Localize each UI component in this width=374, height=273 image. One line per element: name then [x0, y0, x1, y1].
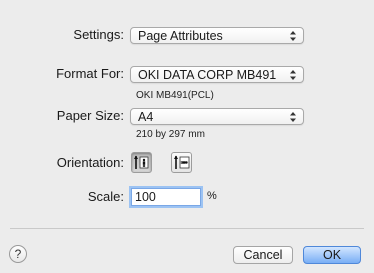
paper-size-popup[interactable]: A4: [130, 108, 304, 125]
paper-size-label: Paper Size:: [56, 108, 124, 123]
printer-model-text: OKI MB491(PCL): [136, 90, 214, 101]
landscape-orientation-icon: [174, 155, 190, 169]
scale-unit: %: [207, 190, 217, 202]
portrait-orientation-icon: [134, 155, 149, 169]
settings-label: Settings:: [73, 27, 124, 42]
settings-value: Page Attributes: [138, 29, 223, 43]
up-down-arrows-icon: [290, 31, 296, 41]
up-down-arrows-icon: [290, 112, 296, 122]
up-down-arrows-icon: [290, 70, 296, 80]
orientation-label: Orientation:: [56, 155, 124, 170]
help-button[interactable]: ?: [9, 245, 27, 263]
orientation-landscape-button[interactable]: [171, 152, 192, 173]
paper-dimensions-text: 210 by 297 mm: [136, 129, 205, 140]
ok-button[interactable]: OK: [303, 246, 361, 264]
cancel-button[interactable]: Cancel: [233, 246, 293, 264]
format-for-label: Format For:: [56, 66, 124, 81]
scale-label: Scale:: [87, 189, 124, 204]
divider: [10, 228, 364, 229]
orientation-portrait-button[interactable]: [131, 152, 152, 173]
format-for-value: OKI DATA CORP MB491: [138, 68, 277, 82]
scale-input[interactable]: 100: [131, 188, 201, 206]
paper-size-value: A4: [138, 110, 154, 124]
format-for-popup[interactable]: OKI DATA CORP MB491: [130, 66, 304, 83]
settings-popup[interactable]: Page Attributes: [130, 27, 304, 44]
